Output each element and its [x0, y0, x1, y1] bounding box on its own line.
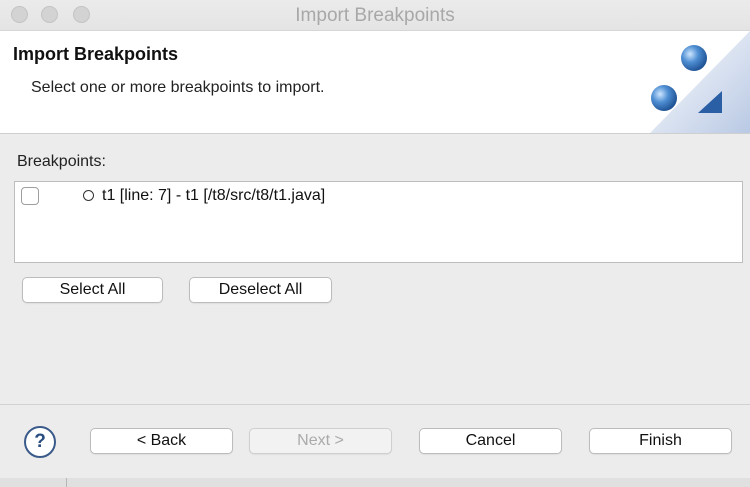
title-bar: Import Breakpoints: [0, 0, 750, 31]
breakpoints-label: Breakpoints:: [17, 153, 106, 170]
background-window-edge: [0, 478, 750, 487]
breakpoint-label: t1 [line: 7] - t1 [/t8/src/t8/t1.java]: [102, 187, 326, 204]
window-title: Import Breakpoints: [295, 5, 455, 26]
wizard-header: Import Breakpoints Select one or more br…: [0, 31, 750, 134]
page-title: Import Breakpoints: [13, 44, 179, 64]
breakpoint-icon: [83, 190, 94, 201]
import-banner-icon: [650, 31, 750, 133]
select-all-button[interactable]: Select All: [22, 277, 163, 303]
page-description: Select one or more breakpoints to import…: [31, 79, 325, 96]
finish-button[interactable]: Finish: [589, 428, 732, 454]
breakpoint-checkbox[interactable]: [21, 187, 39, 205]
deselect-all-button[interactable]: Deselect All: [189, 277, 332, 303]
next-button[interactable]: Next >: [249, 428, 392, 454]
footer-divider: [0, 404, 750, 405]
help-icon[interactable]: ?: [24, 426, 56, 458]
back-button[interactable]: < Back: [90, 428, 233, 454]
breakpoints-list[interactable]: t1 [line: 7] - t1 [/t8/src/t8/t1.java]: [14, 181, 743, 263]
cancel-button[interactable]: Cancel: [419, 428, 562, 454]
